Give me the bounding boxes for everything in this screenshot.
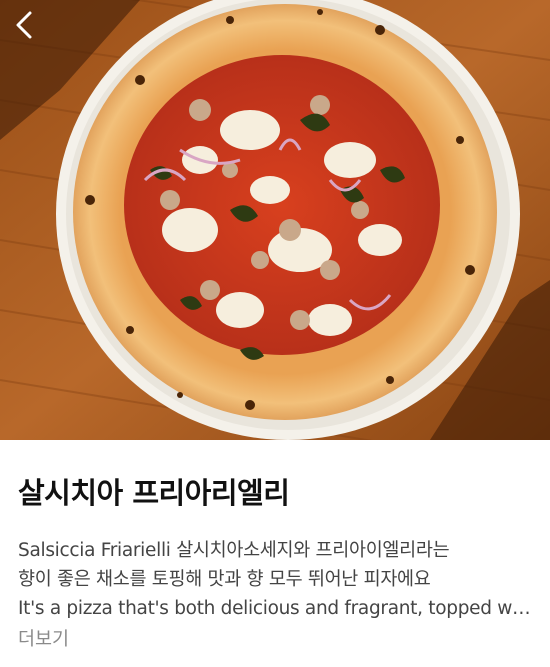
pizza-photo bbox=[0, 0, 550, 440]
read-more-link[interactable]: 더보기 bbox=[18, 625, 69, 651]
description-line: Salsiccia Friarielli 살시치아소세지와 프리아이엘리라는 bbox=[18, 540, 450, 561]
description-line: It's a pizza that's both delicious and f… bbox=[18, 598, 532, 619]
menu-item-title: 살시치아 프리아리엘리 bbox=[18, 476, 290, 510]
menu-item-description: Salsiccia Friarielli 살시치아소세지와 프리아이엘리라는 향… bbox=[18, 536, 532, 623]
hero-image bbox=[0, 0, 550, 440]
chevron-left-icon bbox=[16, 11, 32, 39]
back-button[interactable] bbox=[12, 10, 52, 50]
menu-item-details: 살시치아 프리아리엘리 Salsiccia Friarielli 살시치아소세지… bbox=[0, 440, 550, 651]
description-line: 향이 좋은 채소를 토핑해 맛과 향 모두 뛰어난 피자에요 bbox=[18, 569, 431, 590]
